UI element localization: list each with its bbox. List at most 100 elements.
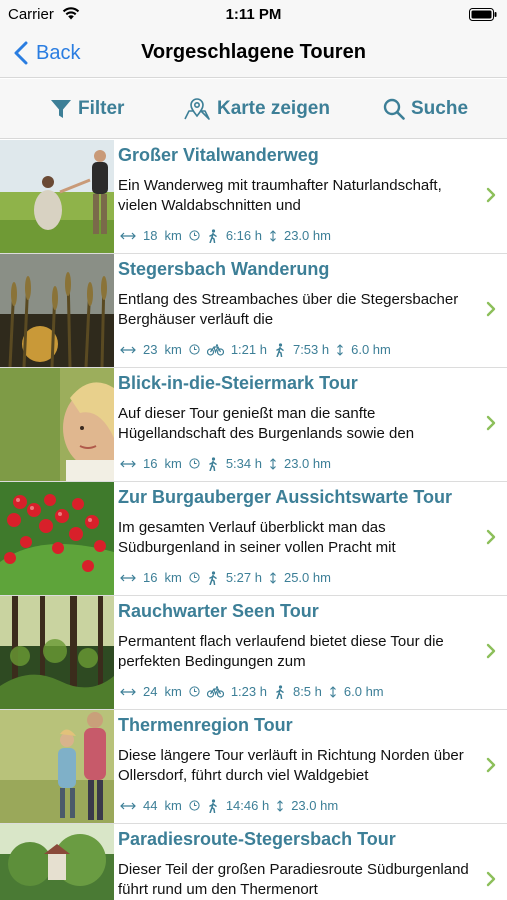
chevron-right-icon [486,643,496,659]
tour-title: Blick-in-die-Steiermark Tour [118,373,358,393]
tour-stats: 18 km 6:16 h 23.0 hm [120,228,490,243]
navigation-bar: Back Vorgeschlagene Touren [0,30,507,78]
tour-title: Zur Burgauberger Aussichtswarte Tour [118,487,453,507]
tour-row[interactable]: Thermenregion Tour Diese längere Tour ve… [0,710,507,824]
tour-row[interactable]: Rauchwarter Seen Tour Permantent flach v… [0,596,507,710]
tour-hike-time: 5:27 h [225,570,262,585]
clock-icon [189,230,200,241]
tour-description: Ein Wanderweg mit traumhafter Naturlands… [118,177,442,214]
hiker-icon [209,456,217,471]
tour-description: Permantent flach verlaufend bietet diese… [118,633,444,670]
tour-hike-time: 8:5 h [292,684,322,699]
distance-arrows-icon [120,346,136,353]
tour-elevation: 23.0 hm [283,456,331,471]
search-icon [383,98,405,120]
tour-thumbnail [0,710,114,823]
elevation-icon [270,571,276,584]
hiker-icon [209,798,217,813]
status-bar: Carrier 1:11 PM [0,0,507,30]
tour-row[interactable]: Stegersbach Wanderung Entlang des Stream… [0,254,507,368]
filter-label: Filter [78,98,125,119]
search-button[interactable]: Suche [383,96,468,122]
map-pin-icon [184,98,210,120]
tour-distance-unit: km [164,684,182,699]
tour-distance: 16 [143,570,158,585]
tour-title: Thermenregion Tour [118,715,293,735]
tour-row[interactable]: Blick-in-die-Steiermark Tour Auf dieser … [0,368,507,482]
clock-icon [189,344,200,355]
tour-distance-unit: km [164,228,182,243]
hiker-icon [209,228,217,243]
tour-title: Paradiesroute-Stegersbach Tour [118,829,396,849]
tour-elevation: 6.0 hm [343,684,384,699]
show-map-button[interactable]: Karte zeigen [183,96,330,122]
tour-hike-time: 5:34 h [225,456,262,471]
show-map-label: Karte zeigen [217,98,330,119]
back-button[interactable]: Back [14,38,80,68]
tour-elevation: 6.0 hm [351,342,391,357]
tour-list: Großer Vitalwanderweg Ein Wanderweg mit … [0,140,507,900]
distance-arrows-icon [120,802,136,809]
back-label: Back [36,41,81,64]
chevron-right-icon [486,757,496,773]
bike-icon [206,343,224,356]
chevron-right-icon [486,301,496,317]
clock-time: 1:11 PM [225,6,282,23]
clock-icon [189,458,200,469]
tour-distance: 44 [143,798,158,813]
tour-thumbnail [0,140,114,253]
tour-distance: 23 [143,342,158,357]
chevron-right-icon [486,415,496,431]
tour-elevation: 23.0 hm [291,798,339,813]
tour-thumbnail [0,824,114,900]
tour-distance-unit: km [164,456,182,471]
distance-arrows-icon [120,232,136,239]
tour-distance: 18 [143,228,158,243]
filter-icon [51,100,71,118]
tour-description: Diese längere Tour verläuft in Richtung … [118,747,464,784]
tour-elevation: 25.0 hm [283,570,331,585]
tour-stats: 16 km 5:27 h 25.0 hm [120,570,490,585]
tour-distance-unit: km [164,798,182,813]
tour-row[interactable]: Zur Burgauberger Aussichtswarte Tour Im … [0,482,507,596]
chevron-left-icon [14,41,28,65]
tour-stats: 44 km 14:46 h 23.0 hm [120,798,490,813]
battery-icon [469,8,497,21]
chevron-right-icon [486,187,496,203]
chevron-right-icon [486,529,496,545]
tour-row[interactable]: Großer Vitalwanderweg Ein Wanderweg mit … [0,140,507,254]
distance-arrows-icon [120,460,136,467]
tour-bike-time: 1:21 h [230,342,267,357]
elevation-icon [270,229,276,242]
tour-description: Entlang des Streambaches über die Steger… [118,291,459,328]
tour-title: Rauchwarter Seen Tour [118,601,319,621]
elevation-icon [337,343,344,356]
toolbar: Filter Karte zeigen Suche [0,79,507,139]
tour-hike-time: 14:46 h [225,798,270,813]
search-label: Suche [411,98,469,119]
clock-icon [189,800,200,811]
tour-thumbnail [0,254,114,367]
tour-distance-unit: km [164,570,182,585]
tour-stats: 23 km 1:21 h 7:53 h 6.0 hm [120,342,490,357]
tour-row[interactable]: Paradiesroute-Stegersbach Tour Dieser Te… [0,824,507,900]
tour-stats: 16 km 5:34 h 23.0 hm [120,456,490,471]
hiker-icon [209,570,217,585]
tour-title: Stegersbach Wanderung [118,259,330,279]
tour-thumbnail [0,368,114,481]
clock-icon [189,572,200,583]
tour-description: Dieser Teil der großen Paradiesroute Süd… [118,861,469,898]
bike-icon [206,685,224,698]
tour-title: Großer Vitalwanderweg [118,145,319,165]
tour-thumbnail [0,596,114,709]
tour-hike-time: 6:16 h [225,228,262,243]
distance-arrows-icon [120,688,136,695]
tour-bike-time: 1:23 h [230,684,267,699]
tour-distance: 24 [143,684,158,699]
tour-hike-time: 7:53 h [292,342,330,357]
filter-button[interactable]: Filter [50,96,124,122]
elevation-icon [277,799,284,812]
tour-description: Im gesamten Verlauf überblickt man das S… [118,519,396,556]
tour-distance: 16 [143,456,158,471]
tour-description: Auf dieser Tour genießt man die sanfte H… [118,405,415,442]
